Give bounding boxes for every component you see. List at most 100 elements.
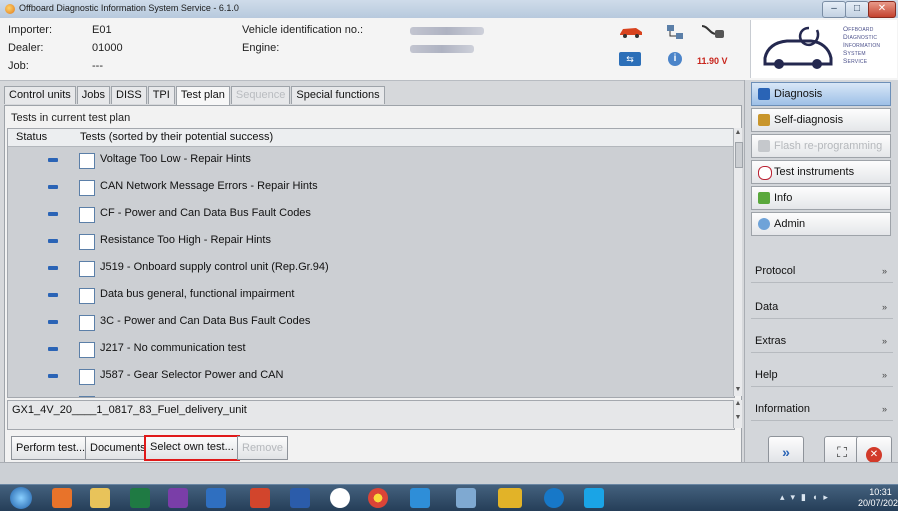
battery-voltage: 11.90 V [697, 56, 728, 66]
outlook-icon[interactable] [206, 488, 226, 508]
test-checkbox[interactable] [79, 261, 95, 277]
test-checkbox[interactable] [79, 180, 95, 196]
excel-icon[interactable] [130, 488, 150, 508]
vehicle-connected-icon[interactable] [618, 24, 644, 38]
table-row[interactable]: J217 - No communication test [8, 336, 734, 363]
taskbar: ▴▾▮◖▸ 10:31 20/07/2020 [0, 484, 898, 511]
minimize-button[interactable]: – [822, 1, 846, 18]
word-icon[interactable] [290, 488, 310, 508]
column-tests[interactable]: Tests (sorted by their potential success… [80, 131, 273, 143]
odis-taskbar-icon[interactable] [498, 488, 522, 508]
network-icon[interactable] [665, 22, 685, 42]
sidebar-item-flash-reprogramming: Flash re-programming [751, 134, 891, 158]
test-program-field[interactable]: GX1_4V_20____1_0817_83_Fuel_delivery_uni… [7, 400, 735, 430]
select-own-test-button[interactable]: Select own test... [144, 435, 240, 461]
sidebar-item-label: Self-diagnosis [774, 114, 844, 126]
maximize-button[interactable]: □ [845, 1, 869, 18]
tab-tpi[interactable]: TPI [147, 86, 175, 104]
tab-jobs[interactable]: Jobs [76, 86, 111, 104]
diagnostic-interface-icon[interactable]: ⇆ [619, 52, 641, 66]
chrome-icon[interactable] [368, 488, 388, 508]
sidebar-item-label: Flash re-programming [774, 140, 883, 152]
system-tray-icons[interactable]: ▴▾▮◖▸ [780, 492, 834, 503]
tab-sequence: Sequence [230, 86, 291, 104]
onenote-icon[interactable] [168, 488, 188, 508]
test-checkbox[interactable] [79, 369, 95, 385]
skype-icon[interactable] [584, 488, 604, 508]
sidebar-item-test-instruments[interactable]: Test instruments [751, 160, 891, 184]
app-icon [5, 4, 15, 14]
test-name: CAN Network Message Errors - Repair Hint… [100, 180, 318, 192]
table-row[interactable]: Data bus general, functional impairment [8, 282, 734, 309]
tab-test-plan[interactable]: Test plan [175, 86, 230, 105]
documents-button[interactable]: Documents [85, 436, 151, 460]
file-explorer-icon[interactable] [90, 488, 110, 508]
odis-logo: Offboard Diagnostic Information System Servi… [750, 20, 897, 78]
test-checkbox[interactable] [79, 153, 95, 169]
sidebar-item-self-diagnosis[interactable]: Self-diagnosis [751, 108, 891, 132]
accordion-information[interactable]: Information» [751, 398, 893, 421]
main-tabs: Control units Jobs DISS TPI Test plan Se… [4, 86, 386, 105]
test-list: Status Tests (sorted by their potential … [7, 128, 735, 398]
test-checkbox[interactable] [79, 396, 95, 397]
start-button-icon[interactable] [10, 487, 32, 509]
tab-control-units[interactable]: Control units [4, 86, 76, 104]
column-status[interactable]: Status [16, 131, 47, 143]
test-list-scrollbar[interactable]: ▲ ▼ [733, 128, 743, 396]
program-scrollbar[interactable]: ▲ ▼ [733, 400, 742, 428]
scroll-down-icon[interactable]: ▼ [734, 386, 742, 393]
scroll-thumb[interactable] [735, 142, 743, 168]
edge-icon[interactable] [544, 488, 564, 508]
chevron-down-icon: » [881, 404, 887, 414]
window-title: Offboard Diagnostic Information System S… [19, 3, 239, 13]
table-row-partial[interactable] [8, 390, 734, 397]
close-window-button[interactable]: ✕ [868, 1, 896, 18]
sidebar-item-admin[interactable]: Admin [751, 212, 891, 236]
table-row[interactable]: Voltage Too Low - Repair Hints [8, 147, 734, 174]
test-checkbox[interactable] [79, 315, 95, 331]
status-indicator [48, 374, 58, 378]
accordion-data[interactable]: Data» [751, 296, 893, 319]
status-indicator [48, 158, 58, 162]
table-row[interactable]: CAN Network Message Errors - Repair Hint… [8, 174, 734, 201]
info-book-icon [758, 192, 770, 204]
accordion-extras[interactable]: Extras» [751, 330, 893, 353]
accordion-protocol[interactable]: Protocol» [751, 260, 893, 283]
info-status-icon[interactable]: i [668, 52, 682, 66]
powerpoint-icon[interactable] [250, 488, 270, 508]
table-row[interactable]: J519 - Onboard supply control unit (Rep.… [8, 255, 734, 282]
table-row[interactable]: J587 - Gear Selector Power and CAN [8, 363, 734, 390]
table-row[interactable]: CF - Power and Can Data Bus Fault Codes [8, 201, 734, 228]
app-icon[interactable] [456, 488, 476, 508]
test-checkbox[interactable] [79, 234, 95, 250]
tab-special-functions[interactable]: Special functions [291, 86, 385, 104]
test-checkbox[interactable] [79, 288, 95, 304]
test-checkbox[interactable] [79, 207, 95, 223]
cable-icon[interactable] [700, 22, 726, 42]
odis-window: Offboard Diagnostic Information System S… [0, 0, 898, 485]
sidebar-item-diagnosis[interactable]: Diagnosis [751, 82, 891, 106]
media-player-icon[interactable] [52, 488, 72, 508]
accordion-help[interactable]: Help» [751, 364, 893, 387]
table-row[interactable]: 3C - Power and Can Data Bus Fault Codes [8, 309, 734, 336]
status-indicator [48, 212, 58, 216]
sidebar-item-label: Diagnosis [774, 88, 823, 100]
tab-diss[interactable]: DISS [111, 86, 147, 104]
test-name: J587 - Gear Selector Power and CAN [100, 369, 284, 381]
table-row[interactable]: Resistance Too High - Repair Hints [8, 228, 734, 255]
flash-icon [758, 140, 770, 152]
test-name: 3C - Power and Can Data Bus Fault Codes [100, 315, 311, 327]
test-plan-panel: Tests in current test plan Status Tests … [4, 105, 743, 463]
sidebar-item-info[interactable]: Info [751, 186, 891, 210]
list-header: Status Tests (sorted by their potential … [8, 129, 734, 147]
test-name: J217 - No communication test [100, 342, 246, 354]
test-checkbox[interactable] [79, 342, 95, 358]
admin-icon [758, 218, 770, 230]
chevron-down-icon: » [881, 302, 887, 312]
scroll-up-icon[interactable]: ▲ [734, 129, 742, 136]
taskbar-clock[interactable]: 10:31 20/07/2020 [858, 487, 898, 509]
perform-test-button[interactable]: Perform test... [11, 436, 91, 460]
google-icon[interactable] [330, 488, 350, 508]
internet-explorer-icon[interactable] [410, 488, 430, 508]
logo-text: Offboard Diagnostic Information System Servi… [843, 26, 881, 65]
